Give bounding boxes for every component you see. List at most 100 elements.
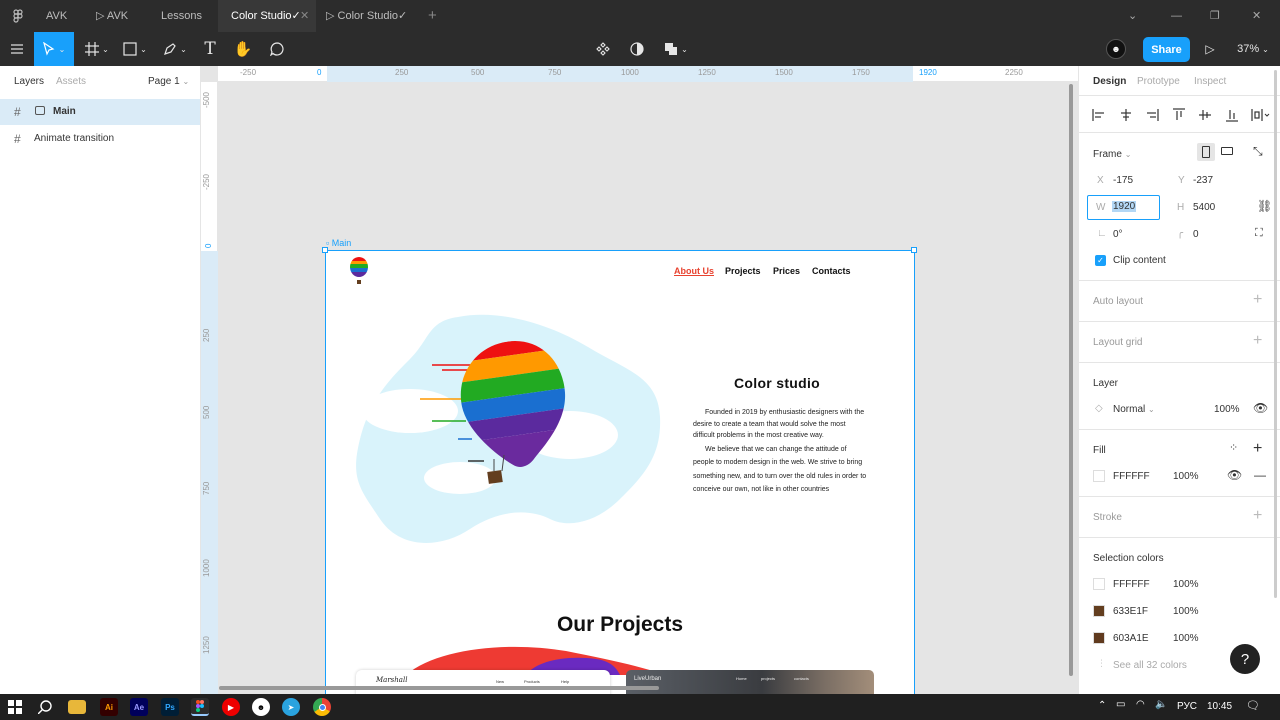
move-tool-button[interactable]: ⌄: [34, 32, 74, 66]
horizontal-scrollbar[interactable]: [219, 686, 659, 690]
file-explorer-icon[interactable]: [68, 700, 86, 714]
color-swatch[interactable]: [1093, 605, 1105, 617]
zoom-dropdown[interactable]: 37% ⌄: [1234, 32, 1272, 66]
width-input[interactable]: W 1920: [1087, 195, 1160, 220]
comment-tool-button[interactable]: [266, 32, 288, 66]
tab-color-studio-active[interactable]: Color Studio✓ ✕: [218, 0, 316, 32]
avatar[interactable]: ☻: [1104, 32, 1128, 66]
layer-row-main[interactable]: # Main: [0, 99, 200, 125]
blend-mode-dropdown[interactable]: Normal ⌄: [1113, 404, 1155, 415]
volume-icon[interactable]: 🔈: [1155, 699, 1167, 710]
vertical-scrollbar[interactable]: [1069, 84, 1073, 676]
canvas[interactable]: -250 0 250 500 750 1000 1250 1500 1750 1…: [201, 66, 1078, 694]
windows-start-icon[interactable]: [8, 700, 22, 714]
tab-lessons[interactable]: Lessons: [150, 0, 210, 32]
project-card-liveurban[interactable]: LiveUrban Home projects contacts: [626, 670, 874, 694]
share-button[interactable]: Share: [1143, 37, 1190, 62]
color-swatch[interactable]: [1093, 632, 1105, 644]
color-hex[interactable]: FFFFFF: [1113, 579, 1150, 590]
telegram-icon[interactable]: ➤: [282, 698, 300, 716]
align-bottom-icon[interactable]: [1225, 108, 1239, 122]
chrome-icon[interactable]: [313, 698, 331, 716]
fill-hex-input[interactable]: FFFFFF: [1113, 471, 1150, 482]
see-all-colors-link[interactable]: See all 32 colors: [1113, 660, 1187, 671]
color-swatch[interactable]: [1093, 578, 1105, 590]
frame-label[interactable]: ▫ Main: [326, 238, 351, 248]
close-window-icon[interactable]: ✕: [1252, 0, 1264, 32]
nav-contacts[interactable]: Contacts: [812, 266, 851, 276]
resize-to-fit-icon[interactable]: ⤡: [1253, 144, 1263, 159]
boolean-button[interactable]: ⌄: [660, 32, 692, 66]
after-effects-icon[interactable]: Ae: [130, 698, 148, 716]
layer-opacity-input[interactable]: 100%: [1214, 404, 1240, 415]
style-grid-icon[interactable]: ⁘: [1229, 441, 1238, 454]
notification-icon[interactable]: 🗨: [1246, 699, 1260, 712]
eye-icon[interactable]: 👁: [1253, 401, 1268, 415]
landscape-orientation-button[interactable]: [1221, 147, 1233, 155]
nav-prices[interactable]: Prices: [773, 266, 800, 276]
illustrator-icon[interactable]: Ai: [100, 698, 118, 716]
align-horizontal-center-icon[interactable]: [1119, 108, 1133, 122]
frame-type-dropdown[interactable]: Frame ⌄: [1093, 149, 1131, 160]
color-opacity[interactable]: 100%: [1173, 633, 1199, 644]
page-selector[interactable]: Page 1 ⌄: [148, 76, 189, 87]
align-left-icon[interactable]: [1092, 108, 1106, 122]
align-vertical-center-icon[interactable]: [1198, 108, 1212, 122]
present-button[interactable]: ▷: [1201, 32, 1219, 66]
add-stroke-icon[interactable]: +: [1253, 508, 1262, 524]
remove-fill-icon[interactable]: —: [1254, 468, 1266, 482]
shape-tool-button[interactable]: ⌄: [118, 32, 152, 66]
add-auto-layout-icon[interactable]: +: [1253, 292, 1262, 308]
project-card-marshall[interactable]: Marshall New Products Help: [356, 670, 610, 694]
independent-corners-icon[interactable]: ⛶: [1255, 227, 1263, 240]
tab-assets[interactable]: Assets: [56, 76, 86, 87]
chevron-up-icon[interactable]: ⌃: [1098, 700, 1106, 711]
app-icon[interactable]: ☻: [252, 698, 270, 716]
layer-row-animate-transition[interactable]: # Animate transition: [0, 126, 200, 152]
hand-tool-button[interactable]: ✋: [232, 32, 254, 66]
search-icon[interactable]: [38, 700, 52, 714]
wifi-icon[interactable]: ◠: [1136, 699, 1145, 710]
new-tab-icon[interactable]: +: [428, 0, 442, 32]
panel-scrollbar[interactable]: [1274, 70, 1277, 598]
minimize-icon[interactable]: —: [1171, 0, 1183, 32]
photoshop-icon[interactable]: Ps: [161, 698, 179, 716]
constrain-proportions-icon[interactable]: ⛓: [1257, 199, 1272, 213]
text-tool-button[interactable]: T: [199, 32, 221, 66]
y-input[interactable]: -237: [1193, 175, 1213, 186]
tab-color-studio-prototype[interactable]: ▷ Color Studio✓: [316, 0, 416, 32]
figma-app-icon[interactable]: [191, 698, 209, 716]
nav-about-us[interactable]: About Us: [674, 266, 714, 276]
media-player-icon[interactable]: ▶: [222, 698, 240, 716]
x-input[interactable]: -175: [1113, 175, 1133, 186]
fill-opacity-input[interactable]: 100%: [1173, 471, 1199, 482]
chevron-down-icon[interactable]: ⌄: [1128, 0, 1140, 32]
corner-radius-input[interactable]: 0: [1193, 229, 1199, 240]
fill-swatch[interactable]: [1093, 470, 1105, 482]
main-menu-icon[interactable]: [6, 32, 28, 66]
color-hex[interactable]: 603A1E: [1113, 633, 1149, 644]
distribute-icon[interactable]: [1251, 108, 1271, 122]
nav-projects[interactable]: Projects: [725, 266, 761, 276]
align-right-icon[interactable]: [1145, 108, 1159, 122]
mask-button[interactable]: [626, 32, 648, 66]
add-fill-icon[interactable]: +: [1253, 441, 1262, 457]
tab-inspect[interactable]: Inspect: [1194, 76, 1226, 87]
resize-handle[interactable]: [911, 247, 917, 253]
resize-handle[interactable]: [322, 247, 328, 253]
language-indicator[interactable]: РУС: [1177, 701, 1197, 712]
tab-layers[interactable]: Layers: [14, 76, 44, 87]
rotation-input[interactable]: 0°: [1113, 229, 1123, 240]
frame-tool-button[interactable]: ⌄: [80, 32, 114, 66]
add-layout-grid-icon[interactable]: +: [1253, 333, 1262, 349]
components-button[interactable]: [592, 32, 614, 66]
clip-content-checkbox[interactable]: ✓: [1095, 255, 1106, 266]
clock[interactable]: 10:45: [1207, 701, 1232, 712]
main-frame[interactable]: About Us Projects Prices Contacts Color …: [325, 250, 915, 694]
close-tab-icon[interactable]: ✕: [300, 0, 309, 32]
height-input[interactable]: 5400: [1193, 202, 1215, 213]
pen-tool-button[interactable]: ⌄: [158, 32, 192, 66]
battery-icon[interactable]: ▭: [1116, 699, 1125, 710]
figma-menu-icon[interactable]: [6, 0, 30, 32]
tab-design[interactable]: Design: [1093, 76, 1126, 87]
